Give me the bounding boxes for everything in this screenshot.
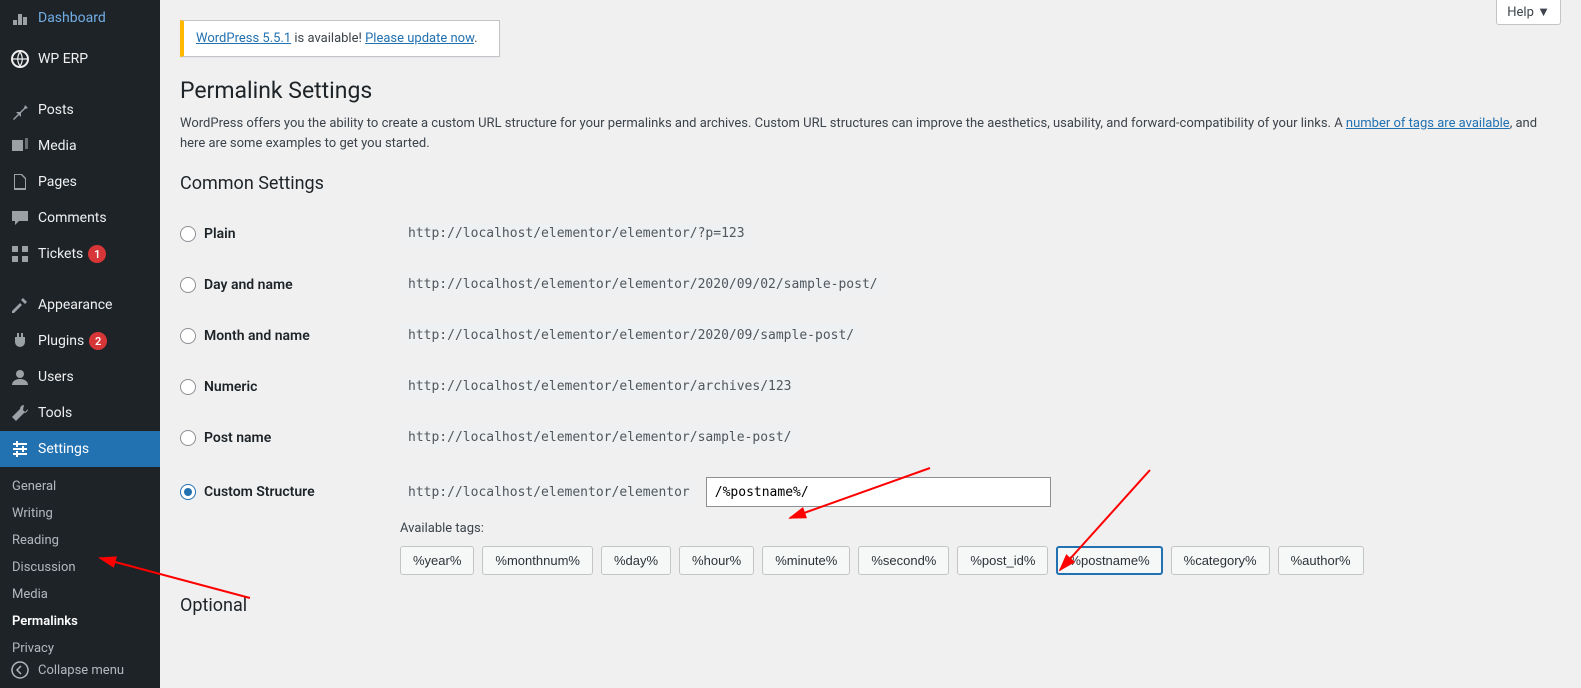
erp-icon	[10, 49, 30, 69]
users-icon	[10, 367, 30, 387]
collapse-label: Collapse menu	[38, 663, 124, 678]
sidebar-item-appearance[interactable]: Appearance	[0, 287, 160, 323]
option-numeric: Numeric http://localhost/elementor/eleme…	[180, 375, 1561, 398]
sidebar-item-label: Settings	[38, 441, 89, 457]
submenu-reading[interactable]: Reading	[0, 527, 160, 554]
sidebar-item-plugins[interactable]: Plugins 2	[0, 323, 160, 359]
collapse-menu[interactable]: Collapse menu	[0, 652, 160, 688]
custom-structure-input[interactable]	[706, 477, 1051, 507]
label-numeric[interactable]: Numeric	[204, 379, 257, 395]
radio-plain[interactable]	[180, 226, 196, 242]
optional-heading: Optional	[180, 595, 1561, 616]
sidebar-item-pages[interactable]: Pages	[0, 164, 160, 200]
update-notice: WordPress 5.5.1 is available! Please upd…	[180, 20, 500, 57]
sidebar-item-users[interactable]: Users	[0, 359, 160, 395]
tag-second[interactable]: %second%	[858, 546, 949, 575]
sidebar-item-label: Plugins	[38, 333, 84, 349]
submenu-media[interactable]: Media	[0, 581, 160, 608]
sidebar-item-label: Posts	[38, 102, 74, 118]
plugins-icon	[10, 331, 30, 351]
sidebar-item-posts[interactable]: Posts	[0, 92, 160, 128]
tag-category[interactable]: %category%	[1171, 546, 1270, 575]
common-settings-heading: Common Settings	[180, 173, 1561, 194]
sidebar-item-label: WP ERP	[38, 51, 88, 67]
appearance-icon	[10, 295, 30, 315]
radio-custom-structure[interactable]	[180, 484, 196, 500]
label-post-name[interactable]: Post name	[204, 430, 271, 446]
radio-numeric[interactable]	[180, 379, 196, 395]
sample-numeric: http://localhost/elementor/elementor/arc…	[400, 375, 800, 398]
option-month-name: Month and name http://localhost/elemento…	[180, 324, 1561, 347]
submenu-writing[interactable]: Writing	[0, 500, 160, 527]
sidebar-item-label: Tools	[38, 405, 72, 421]
sidebar-item-tickets[interactable]: Tickets 1	[0, 236, 160, 272]
page-title: Permalink Settings	[180, 77, 1561, 104]
sample-plain: http://localhost/elementor/elementor/?p=…	[400, 222, 753, 245]
base-url-display: http://localhost/elementor/elementor	[400, 479, 698, 506]
settings-submenu: General Writing Reading Discussion Media…	[0, 467, 160, 670]
sidebar-item-label: Tickets	[38, 246, 83, 262]
submenu-discussion[interactable]: Discussion	[0, 554, 160, 581]
submenu-permalinks[interactable]: Permalinks	[0, 608, 160, 635]
tags-doc-link[interactable]: number of tags are available	[1346, 116, 1510, 131]
tag-day[interactable]: %day%	[601, 546, 671, 575]
label-plain[interactable]: Plain	[204, 226, 236, 242]
plugins-badge: 2	[89, 332, 107, 350]
tickets-badge: 1	[88, 245, 106, 263]
notice-text: is available!	[291, 31, 365, 46]
available-tags-label: Available tags:	[400, 521, 1561, 536]
sidebar-item-settings[interactable]: Settings	[0, 431, 160, 467]
update-now-link[interactable]: Please update now	[365, 31, 474, 46]
help-tab[interactable]: Help ▼	[1496, 0, 1561, 25]
pin-icon	[10, 100, 30, 120]
radio-day-name[interactable]	[180, 277, 196, 293]
collapse-icon	[10, 660, 30, 680]
tag-year[interactable]: %year%	[400, 546, 474, 575]
comments-icon	[10, 208, 30, 228]
sidebar-item-dashboard[interactable]: Dashboard	[0, 0, 160, 36]
sidebar-item-label: Appearance	[38, 297, 112, 313]
dashboard-icon	[10, 8, 30, 28]
sidebar-item-label: Media	[38, 138, 77, 154]
sidebar-item-comments[interactable]: Comments	[0, 200, 160, 236]
radio-post-name[interactable]	[180, 430, 196, 446]
tag-monthnum[interactable]: %monthnum%	[482, 546, 593, 575]
sample-day-name: http://localhost/elementor/elementor/202…	[400, 273, 886, 296]
label-custom-structure[interactable]: Custom Structure	[204, 484, 315, 500]
main-content: Help ▼ WordPress 5.5.1 is available! Ple…	[160, 0, 1581, 688]
wp-version-link[interactable]: WordPress 5.5.1	[196, 31, 291, 46]
tag-postname[interactable]: %postname%	[1056, 546, 1162, 575]
submenu-general[interactable]: General	[0, 473, 160, 500]
page-description: WordPress offers you the ability to crea…	[180, 114, 1540, 153]
label-day-name[interactable]: Day and name	[204, 277, 293, 293]
tools-icon	[10, 403, 30, 423]
tickets-icon	[10, 244, 30, 264]
option-plain: Plain http://localhost/elementor/element…	[180, 222, 1561, 245]
option-day-name: Day and name http://localhost/elementor/…	[180, 273, 1561, 296]
pages-icon	[10, 172, 30, 192]
available-tags-row: %year% %monthnum% %day% %hour% %minute% …	[400, 546, 1561, 575]
tag-minute[interactable]: %minute%	[762, 546, 850, 575]
admin-sidebar: Dashboard WP ERP Posts Media Pages Comme…	[0, 0, 160, 688]
sidebar-item-label: Pages	[38, 174, 77, 190]
sidebar-item-label: Comments	[38, 210, 107, 226]
media-icon	[10, 136, 30, 156]
sidebar-item-wperp[interactable]: WP ERP	[0, 41, 160, 77]
label-month-name[interactable]: Month and name	[204, 328, 310, 344]
sample-month-name: http://localhost/elementor/elementor/202…	[400, 324, 862, 347]
tag-post-id[interactable]: %post_id%	[957, 546, 1048, 575]
option-post-name: Post name http://localhost/elementor/ele…	[180, 426, 1561, 449]
sidebar-item-label: Users	[38, 369, 74, 385]
radio-month-name[interactable]	[180, 328, 196, 344]
settings-icon	[10, 439, 30, 459]
option-custom-structure: Custom Structure http://localhost/elemen…	[180, 477, 1561, 507]
sidebar-item-label: Dashboard	[38, 10, 106, 26]
sidebar-item-media[interactable]: Media	[0, 128, 160, 164]
sidebar-item-tools[interactable]: Tools	[0, 395, 160, 431]
tag-hour[interactable]: %hour%	[679, 546, 754, 575]
tag-author[interactable]: %author%	[1278, 546, 1364, 575]
sample-post-name: http://localhost/elementor/elementor/sam…	[400, 426, 800, 449]
